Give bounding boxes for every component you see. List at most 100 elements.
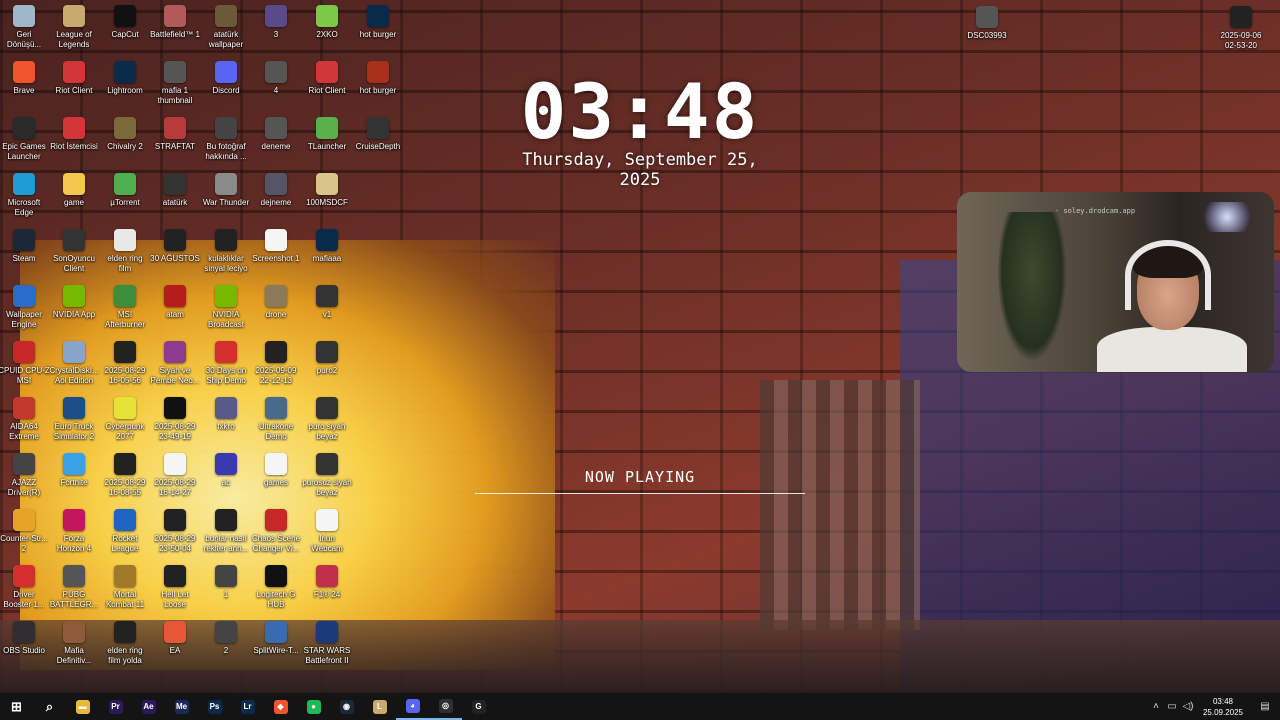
desktop-icon[interactable]: CapCut [99,5,151,40]
desktop-icon[interactable]: Mortal Kombat 11 [99,565,151,610]
desktop-icon[interactable]: CPUID CPU-Z MSI [0,341,50,386]
desktop-icon[interactable]: Rocket League [99,509,151,554]
desktop-icon[interactable]: elden ring film yolda [99,621,151,666]
desktop-icon[interactable]: Screenshot 1 [250,229,302,264]
desktop-icon[interactable]: puro2 [301,341,353,376]
network-icon[interactable]: ▭ [1164,693,1180,720]
desktop-icon[interactable]: OBS Studio [0,621,50,656]
desktop-icon[interactable]: v1 [301,285,353,320]
desktop-icon[interactable]: 2 [200,621,252,656]
taskbar-button[interactable]: Me [165,693,198,720]
desktop-icon[interactable]: Siyah ve Pembe Neo... [149,341,201,386]
desktop-icon[interactable]: NVIDIA App [48,285,100,320]
desktop-icon[interactable]: deneme [250,117,302,152]
desktop-icon[interactable]: ac [200,453,252,488]
taskbar-button[interactable]: ⌕ [33,693,66,720]
desktop-icon[interactable]: SonOyuncu Client [48,229,100,274]
desktop-icon[interactable]: mafia 1 thumbnail [149,61,201,106]
desktop-icon[interactable]: Chivalry 2 [99,117,151,152]
desktop-icon[interactable]: 4 [250,61,302,96]
desktop-icon[interactable]: Ultrakone Demo [250,397,302,442]
desktop-icon[interactable]: hot burger [352,61,404,96]
taskbar-button[interactable]: Ps [198,693,231,720]
desktop-icon[interactable]: Driver Booster 1... [0,565,50,610]
desktop-icon[interactable]: atatürk [149,173,201,208]
desktop-icon[interactable]: CrystalDiskI... Aoi Edition [48,341,100,386]
desktop-icon[interactable]: Brave [0,61,50,96]
desktop-icon[interactable]: Cyberpunk 2077 [99,397,151,442]
desktop-icon[interactable]: kulaklıklar sinyal leciyo [200,229,252,274]
taskbar-button[interactable]: ⊞ [0,693,33,720]
desktop-icon[interactable]: elden ring film [99,229,151,274]
desktop-icon[interactable]: 2025-08-29 16-05-56 [99,341,151,386]
taskbar-button[interactable]: Ae [132,693,165,720]
desktop-icon[interactable]: Hell Let Loose [149,565,201,610]
desktop-icon[interactable]: purosuz siyah beyaz [301,453,353,498]
desktop-icon[interactable]: NVIDIA Broadcast [200,285,252,330]
desktop-icon[interactable]: games [250,453,302,488]
desktop-icon[interactable]: SplitWire-T... [250,621,302,656]
desktop-icon[interactable]: 1 [200,565,252,600]
desktop-icon[interactable]: MSI Afterburner [99,285,151,330]
desktop-icon[interactable]: Wallpaper Engine [0,285,50,330]
desktop-icon[interactable]: League of Legends [48,5,100,50]
desktop-icon[interactable]: STAR WARS Battlefront II [301,621,353,666]
desktop-icon[interactable]: 2025-08-29 16-14-27 [149,453,201,498]
desktop-icon[interactable]: Counter-Str... 2 [0,509,50,554]
taskbar-button[interactable]: ▬ [66,693,99,720]
chevron-up-icon[interactable]: ˄ [1148,693,1164,720]
desktop-icon[interactable]: dejneme [250,173,302,208]
desktop-icon[interactable]: Battlefield™ 1 [149,5,201,40]
desktop-icon[interactable]: 3 [250,5,302,40]
taskbar-button[interactable]: Pr [99,693,132,720]
desktop-icon[interactable]: CruiseDepth [352,117,404,152]
taskbar-button[interactable]: ◉ [330,693,363,720]
desktop-icon[interactable]: 2025-08-29 23-49-19 [149,397,201,442]
desktop-icon[interactable]: Riot Client [301,61,353,96]
desktop-icon[interactable]: atam [149,285,201,320]
desktop-icon[interactable]: 2025-09-09 22-12-13 [250,341,302,386]
desktop-icon[interactable]: Logitech G HUB [250,565,302,610]
desktop-icon[interactable]: 2025-08-29 16-08-55 [99,453,151,498]
desktop-icon[interactable]: Geri Dönüşü... [0,5,50,50]
desktop-icon[interactable]: atatürk wallpaper [200,5,252,50]
desktop-icon-screenshot[interactable]: 2025-09-06 02-53-20 [1215,6,1267,51]
desktop-icon[interactable]: Discord [200,61,252,96]
desktop-icon[interactable]: µTorrent [99,173,151,208]
desktop-icon[interactable]: puro siyah beyaz [301,397,353,442]
desktop-icon[interactable]: Steam [0,229,50,264]
taskbar-button[interactable]: G [462,693,495,720]
desktop-icon[interactable]: F1® 24 [301,565,353,600]
desktop-icon[interactable]: game [48,173,100,208]
taskbar-button[interactable]: ◕ [396,693,429,720]
desktop-icon[interactable]: EA [149,621,201,656]
desktop-icon[interactable]: Fortnite [48,453,100,488]
desktop-icon[interactable]: 30 AĞUSTOS [149,229,201,264]
desktop-icon[interactable]: 2025-08-29 23-50-04 [149,509,201,554]
desktop-icon[interactable]: 2XKO [301,5,353,40]
desktop-icon[interactable]: bunlar nasıl reklter ann... [200,509,252,554]
desktop-icon[interactable]: fxkro [200,397,252,432]
taskbar-button[interactable]: ◎ [429,693,462,720]
notification-icon[interactable]: ▤ [1250,693,1280,720]
desktop-icon[interactable]: Riot İstemcisi [48,117,100,152]
desktop-icon[interactable]: AIDA64 Extreme [0,397,50,442]
desktop-icon[interactable]: Epic Games Launcher [0,117,50,162]
desktop-icon[interactable]: drone [250,285,302,320]
desktop-icon[interactable]: TLauncher [301,117,353,152]
taskbar-button[interactable]: ◆ [264,693,297,720]
desktop-icon[interactable]: Iriun Webcam [301,509,353,554]
taskbar-button[interactable]: ● [297,693,330,720]
tray-clock[interactable]: 03:48 25.09.2025 [1196,696,1250,718]
taskbar-button[interactable]: Lr [231,693,264,720]
desktop-icon[interactable]: Lightroom [99,61,151,96]
desktop-icon-dsc03993[interactable]: DSC03993 [961,6,1013,41]
desktop-icon[interactable]: STRAFTAT [149,117,201,152]
desktop-icon[interactable]: PUBG BATTLEGR... [48,565,100,610]
desktop-icon[interactable]: Mafia Definitiv... [48,621,100,666]
desktop-icon[interactable]: War Thunder [200,173,252,208]
desktop-icon[interactable]: Forza Horizon 4 [48,509,100,554]
desktop-icon[interactable]: 30 Days on Ship Demo [200,341,252,386]
desktop-icon[interactable]: hot burger [352,5,404,40]
desktop-icon[interactable]: Bu fotoğraf hakkında ... [200,117,252,162]
